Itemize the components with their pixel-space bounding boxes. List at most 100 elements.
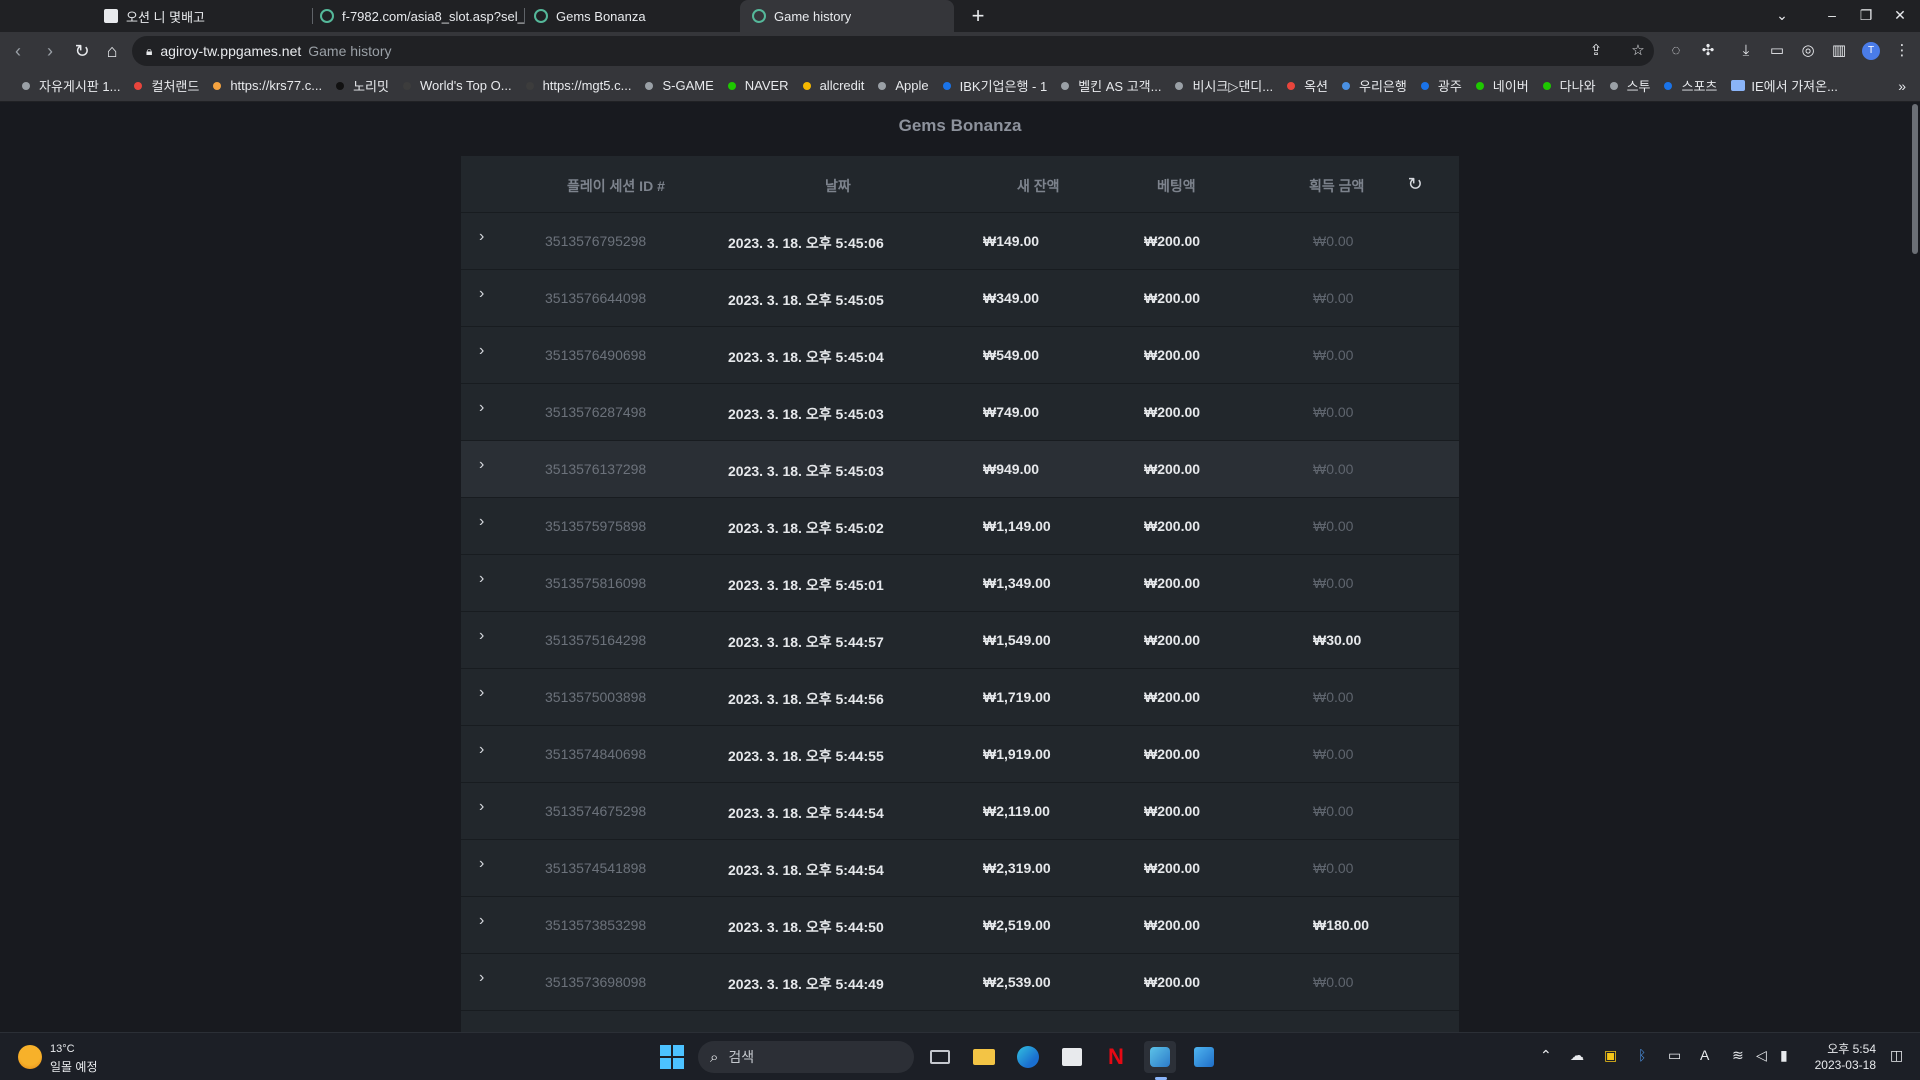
browser-app-icon[interactable] <box>1144 1041 1176 1073</box>
ime-icon[interactable]: A <box>1700 1047 1709 1063</box>
expand-chevron-icon[interactable]: › <box>479 513 484 531</box>
tab-search-icon[interactable]: ⌄ <box>1762 0 1802 32</box>
download-icon[interactable]: ⤓ <box>1734 39 1758 63</box>
back-icon[interactable]: ‹ <box>4 37 32 65</box>
bookmark-item[interactable]: allcredit <box>802 78 864 93</box>
expand-chevron-icon[interactable]: › <box>479 969 484 987</box>
expand-chevron-icon[interactable]: › <box>479 456 484 474</box>
file-explorer-icon[interactable] <box>968 1041 1000 1073</box>
tab-2[interactable]: f-7982.com/asia8_slot.asp?sel_g <box>308 0 524 32</box>
reload-icon[interactable]: ↻ <box>68 37 96 65</box>
table-row[interactable]: › 3513575816098 2023. 3. 18. 오후 5:45:01 ₩1,… <box>461 555 1459 612</box>
home-icon[interactable]: ⌂ <box>98 37 126 65</box>
table-row[interactable]: › 3513574675298 2023. 3. 18. 오후 5:44:54 ₩2,… <box>461 783 1459 840</box>
table-row[interactable]: › 3513575975898 2023. 3. 18. 오후 5:45:02 ₩1,… <box>461 498 1459 555</box>
photos-icon[interactable] <box>1188 1041 1220 1073</box>
expand-chevron-icon[interactable]: › <box>479 798 484 816</box>
battery-icon[interactable]: ▮ <box>1780 1047 1788 1064</box>
expand-chevron-icon[interactable]: › <box>479 855 484 873</box>
netflix-icon[interactable]: N <box>1100 1041 1132 1073</box>
expand-chevron-icon[interactable]: › <box>479 627 484 645</box>
store-icon[interactable] <box>1056 1041 1088 1073</box>
bookmark-item[interactable]: 스포츠 <box>1664 76 1717 95</box>
bluetooth-icon[interactable]: ᛒ <box>1638 1047 1646 1063</box>
volume-icon[interactable]: ◁ <box>1756 1047 1767 1064</box>
table-row[interactable]: › 3513573853298 2023. 3. 18. 오후 5:44:50 ₩2,… <box>461 897 1459 954</box>
tab-4-active[interactable]: Game history <box>740 0 954 32</box>
expand-chevron-icon[interactable]: › <box>479 285 484 303</box>
table-row[interactable]: › 3513576795298 2023. 3. 18. 오후 5:45:06 ₩14… <box>461 213 1459 270</box>
menu-icon[interactable]: ⋮ <box>1890 39 1914 63</box>
expand-chevron-icon[interactable]: › <box>479 570 484 588</box>
weather-temperature[interactable]: 13°C <box>50 1043 75 1055</box>
bookmark-item[interactable]: 컬처랜드 <box>134 76 199 95</box>
bookmark-item[interactable]: S-GAME <box>645 78 714 93</box>
expand-chevron-icon[interactable]: › <box>479 912 484 930</box>
table-row[interactable]: › 3513573698098 2023. 3. 18. 오후 5:44:49 ₩2,… <box>461 954 1459 1011</box>
bookmark-item[interactable]: NAVER <box>727 78 789 93</box>
bookmark-item[interactable]: https://mgt5.c... <box>525 78 631 93</box>
bookmark-item[interactable]: https://krs77.c... <box>213 78 322 93</box>
table-row[interactable]: › 3513576137298 2023. 3. 18. 오후 5:45:03 ₩94… <box>461 441 1459 498</box>
wifi-icon[interactable]: ≋ <box>1732 1047 1744 1064</box>
bookmark-item[interactable]: 벨킨 AS 고객... <box>1061 76 1161 95</box>
expand-chevron-icon[interactable]: › <box>479 342 484 360</box>
screenshot-icon[interactable]: ◎ <box>1796 39 1820 63</box>
bet-amount: ₩200.00 <box>1144 917 1201 933</box>
scrollbar-thumb[interactable] <box>1912 104 1918 254</box>
share-icon[interactable]: ⇪ <box>1584 39 1608 63</box>
table-row[interactable]: › 3513576490698 2023. 3. 18. 오후 5:45:04 ₩54… <box>461 327 1459 384</box>
table-row[interactable]: › 3513574541898 2023. 3. 18. 오후 5:44:54 ₩2,… <box>461 840 1459 897</box>
expand-chevron-icon[interactable]: › <box>479 684 484 702</box>
profile-avatar[interactable]: T <box>1862 42 1880 60</box>
edge-icon[interactable] <box>1012 1041 1044 1073</box>
table-row[interactable]: › 3513575164298 2023. 3. 18. 오후 5:44:57 ₩1,… <box>461 612 1459 669</box>
bookmark-item[interactable]: 자유게시판 1... <box>22 76 120 95</box>
bookmark-item[interactable]: World's Top O... <box>402 78 512 93</box>
cast-icon[interactable]: ▭ <box>1765 39 1789 63</box>
table-row[interactable]: › 3513575003898 2023. 3. 18. 오후 5:44:56 ₩1,… <box>461 669 1459 726</box>
bookmark-item[interactable]: 네이버 <box>1475 76 1529 95</box>
bookmark-item[interactable]: 다나와 <box>1542 76 1596 95</box>
show-hidden-icons-icon[interactable]: ⌃ <box>1540 1047 1552 1064</box>
forward-icon[interactable]: › <box>36 37 64 65</box>
expand-chevron-icon[interactable]: › <box>479 399 484 417</box>
notification-icon[interactable]: ◫ <box>1890 1047 1903 1064</box>
refresh-icon[interactable]: ↻ <box>1405 174 1425 194</box>
bookmark-item[interactable]: 옥션 <box>1287 76 1328 95</box>
bookmarks-overflow-icon[interactable]: » <box>1898 78 1906 94</box>
task-view-icon[interactable] <box>924 1041 956 1073</box>
table-row[interactable]: › 3513574840698 2023. 3. 18. 오후 5:44:55 ₩1,… <box>461 726 1459 783</box>
security-lock-icon[interactable]: ▣ <box>1604 1047 1617 1064</box>
table-row[interactable]: › 3513576644098 2023. 3. 18. 오후 5:45:05 ₩34… <box>461 270 1459 327</box>
puzzle-icon[interactable]: ✣ <box>1696 39 1720 63</box>
weather-description[interactable]: 일몰 예정 <box>50 1058 98 1075</box>
tab-1[interactable]: 오션 니 몇배고 <box>92 0 312 32</box>
start-button[interactable] <box>656 1041 688 1073</box>
address-bar[interactable]: 🔒︎ agiroy-tw.ppgames.net Game history <box>132 36 1654 66</box>
onedrive-icon[interactable]: ☁ <box>1570 1047 1584 1064</box>
bookmark-item[interactable]: 우리은행 <box>1342 76 1407 95</box>
bookmark-item[interactable]: 노리밋 <box>336 76 389 95</box>
new-tab-button[interactable]: + <box>964 2 992 30</box>
bookmark-item[interactable]: 광주 <box>1420 76 1462 95</box>
bookmark-item[interactable]: IBK기업은행 - 1 <box>942 76 1047 95</box>
close-button[interactable]: ✕ <box>1880 0 1920 32</box>
bookmark-item[interactable]: 비시크▷댄디... <box>1175 76 1273 95</box>
taskbar-clock[interactable]: 오후 5:54 2023-03-18 <box>1808 1041 1876 1073</box>
bookmark-favicon <box>1542 81 1551 90</box>
tab-3[interactable]: Gems Bonanza <box>522 0 738 32</box>
side-panel-icon[interactable]: ▥ <box>1827 39 1851 63</box>
taskbar-search[interactable]: ⌕ 검색 <box>698 1041 914 1073</box>
table-row[interactable]: › 3513576287498 2023. 3. 18. 오후 5:45:03 ₩74… <box>461 384 1459 441</box>
expand-chevron-icon[interactable]: › <box>479 741 484 759</box>
keyboard-icon[interactable]: ▭ <box>1668 1047 1681 1064</box>
extension-icon[interactable]: ◌ <box>1664 39 1688 63</box>
bookmark-star-icon[interactable]: ☆ <box>1626 39 1650 63</box>
image-icon <box>104 9 118 23</box>
bookmark-item[interactable]: 스투 <box>1609 76 1650 95</box>
expand-chevron-icon[interactable]: › <box>479 228 484 246</box>
bookmark-item[interactable]: Apple <box>878 78 929 93</box>
bookmark-folder[interactable]: IE에서 가져온... <box>1731 76 1838 95</box>
weather-sun-icon[interactable] <box>18 1045 42 1069</box>
